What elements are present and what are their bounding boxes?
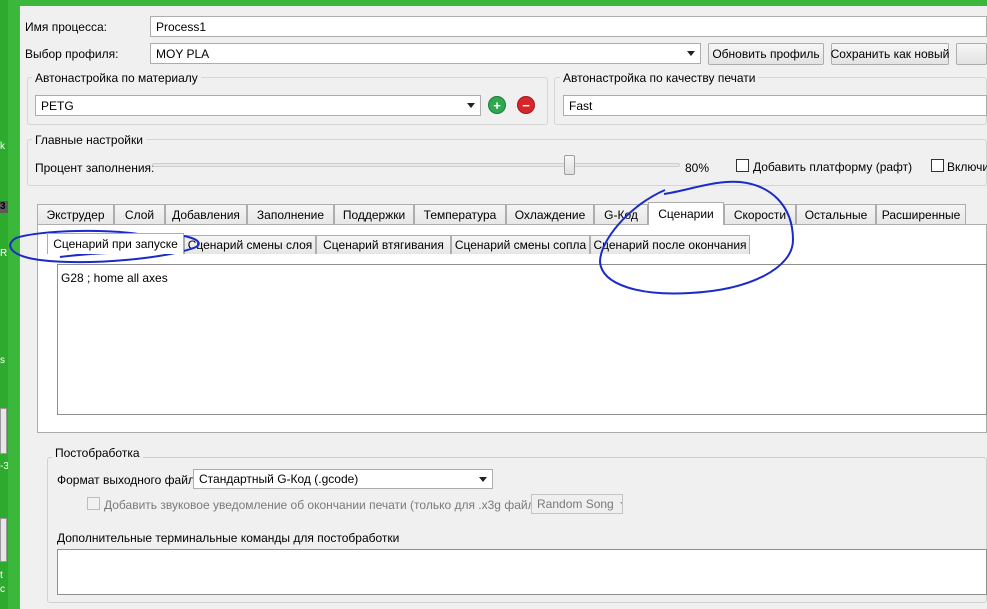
supports-checkbox[interactable] <box>931 159 944 172</box>
profile-select[interactable]: MOY PLA <box>150 43 701 64</box>
dropdown-arrow-icon <box>619 501 622 507</box>
material-select[interactable]: PETG <box>35 95 481 116</box>
desktop-fragment: 3 <box>0 201 8 213</box>
output-format-select[interactable]: Стандартный G-Код (.gcode) <box>193 469 493 489</box>
postprocessing-title: Постобработка <box>52 446 143 460</box>
material-select-value: PETG <box>41 98 74 113</box>
desktop-fragment: k <box>0 141 5 152</box>
main-settings-title: Главные настройки <box>32 133 146 147</box>
script-editor-text: G28 ; home all axes <box>61 271 168 285</box>
quality-select-value: Fast <box>569 98 593 113</box>
script-editor[interactable]: G28 ; home all axes <box>57 264 987 415</box>
dropdown-arrow-icon <box>687 51 695 56</box>
raft-checkbox[interactable] <box>736 159 749 172</box>
desktop-fragment: c <box>0 584 5 595</box>
desktop-icon <box>0 518 7 562</box>
desktop-fragment: -3 <box>0 461 8 472</box>
tab-advanced[interactable]: Расширенные <box>876 204 966 225</box>
subtab-tool-change-script[interactable]: Сценарий смены сопла <box>451 235 590 254</box>
infill-slider-thumb[interactable] <box>563 155 575 175</box>
tab-layer[interactable]: Слой <box>114 204 165 225</box>
update-profile-button[interactable]: Обновить профиль <box>708 43 824 65</box>
sound-notification-label: Добавить звуковое уведомление об окончан… <box>104 498 552 512</box>
add-icon: + <box>493 97 501 113</box>
tab-gcode[interactable]: G-Код <box>594 204 648 225</box>
output-format-label: Формат выходного файла <box>57 473 202 487</box>
desktop-icon <box>0 408 7 454</box>
raft-label: Добавить платформу (рафт) <box>753 160 913 174</box>
tab-speeds[interactable]: Скорости <box>724 204 796 225</box>
infill-value: 80% <box>685 161 710 175</box>
dropdown-arrow-icon <box>479 476 487 482</box>
desktop-fragment: t <box>0 570 3 581</box>
process-name-input[interactable]: Process1 <box>150 16 987 37</box>
subtab-end-script[interactable]: Сценарий после окончания <box>590 235 750 254</box>
remove-material-button[interactable]: − <box>517 96 535 114</box>
material-group-title: Автонастройка по материалу <box>32 71 201 85</box>
remove-icon: − <box>522 97 530 113</box>
dropdown-arrow-icon <box>467 103 475 108</box>
desktop-fragment: R <box>0 248 8 259</box>
output-format-value: Стандартный G-Код (.gcode) <box>199 472 359 486</box>
add-material-button[interactable]: + <box>488 96 506 114</box>
subtab-retraction-script[interactable]: Сценарий втягивания <box>316 235 451 254</box>
profile-extra-button[interactable] <box>956 43 987 65</box>
tab-supports[interactable]: Поддержки <box>334 204 414 225</box>
sound-notification-checkbox[interactable] <box>87 497 100 510</box>
tab-infill[interactable]: Заполнение <box>247 204 334 225</box>
song-select-value: Random Song <box>537 497 614 511</box>
supports-label: Включи <box>947 160 987 174</box>
profile-select-value: MOY PLA <box>156 46 210 61</box>
profile-label: Выбор профиля: <box>25 47 119 61</box>
tab-extruder[interactable]: Экструдер <box>37 204 114 225</box>
desktop-fragment: s <box>0 355 5 366</box>
quality-group-title: Автонастройка по качеству печати <box>560 71 759 85</box>
process-name-value: Process1 <box>156 19 207 34</box>
tab-additions[interactable]: Добавления <box>165 204 247 225</box>
subtab-layer-change-script[interactable]: Сценарий смены слоя <box>184 235 316 254</box>
tab-temperature[interactable]: Температура <box>414 204 506 225</box>
infill-label: Процент заполнения: <box>35 161 155 175</box>
tab-cooling[interactable]: Охлаждение <box>506 204 594 225</box>
terminal-commands-input[interactable] <box>57 549 987 595</box>
save-as-new-button[interactable]: Сохранить как новый <box>831 43 949 65</box>
tab-scripts[interactable]: Сценарии <box>648 202 724 225</box>
quality-select[interactable]: Fast <box>563 95 987 116</box>
song-select[interactable]: Random Song <box>531 494 623 514</box>
infill-slider-track[interactable] <box>152 163 680 167</box>
process-name-label: Имя процесса: <box>25 20 107 34</box>
subtab-start-script[interactable]: Сценарий при запуске <box>47 233 184 254</box>
desktop-strip <box>8 0 19 609</box>
tab-other[interactable]: Остальные <box>796 204 876 225</box>
terminal-commands-label: Дополнительные терминальные команды для … <box>57 531 400 545</box>
